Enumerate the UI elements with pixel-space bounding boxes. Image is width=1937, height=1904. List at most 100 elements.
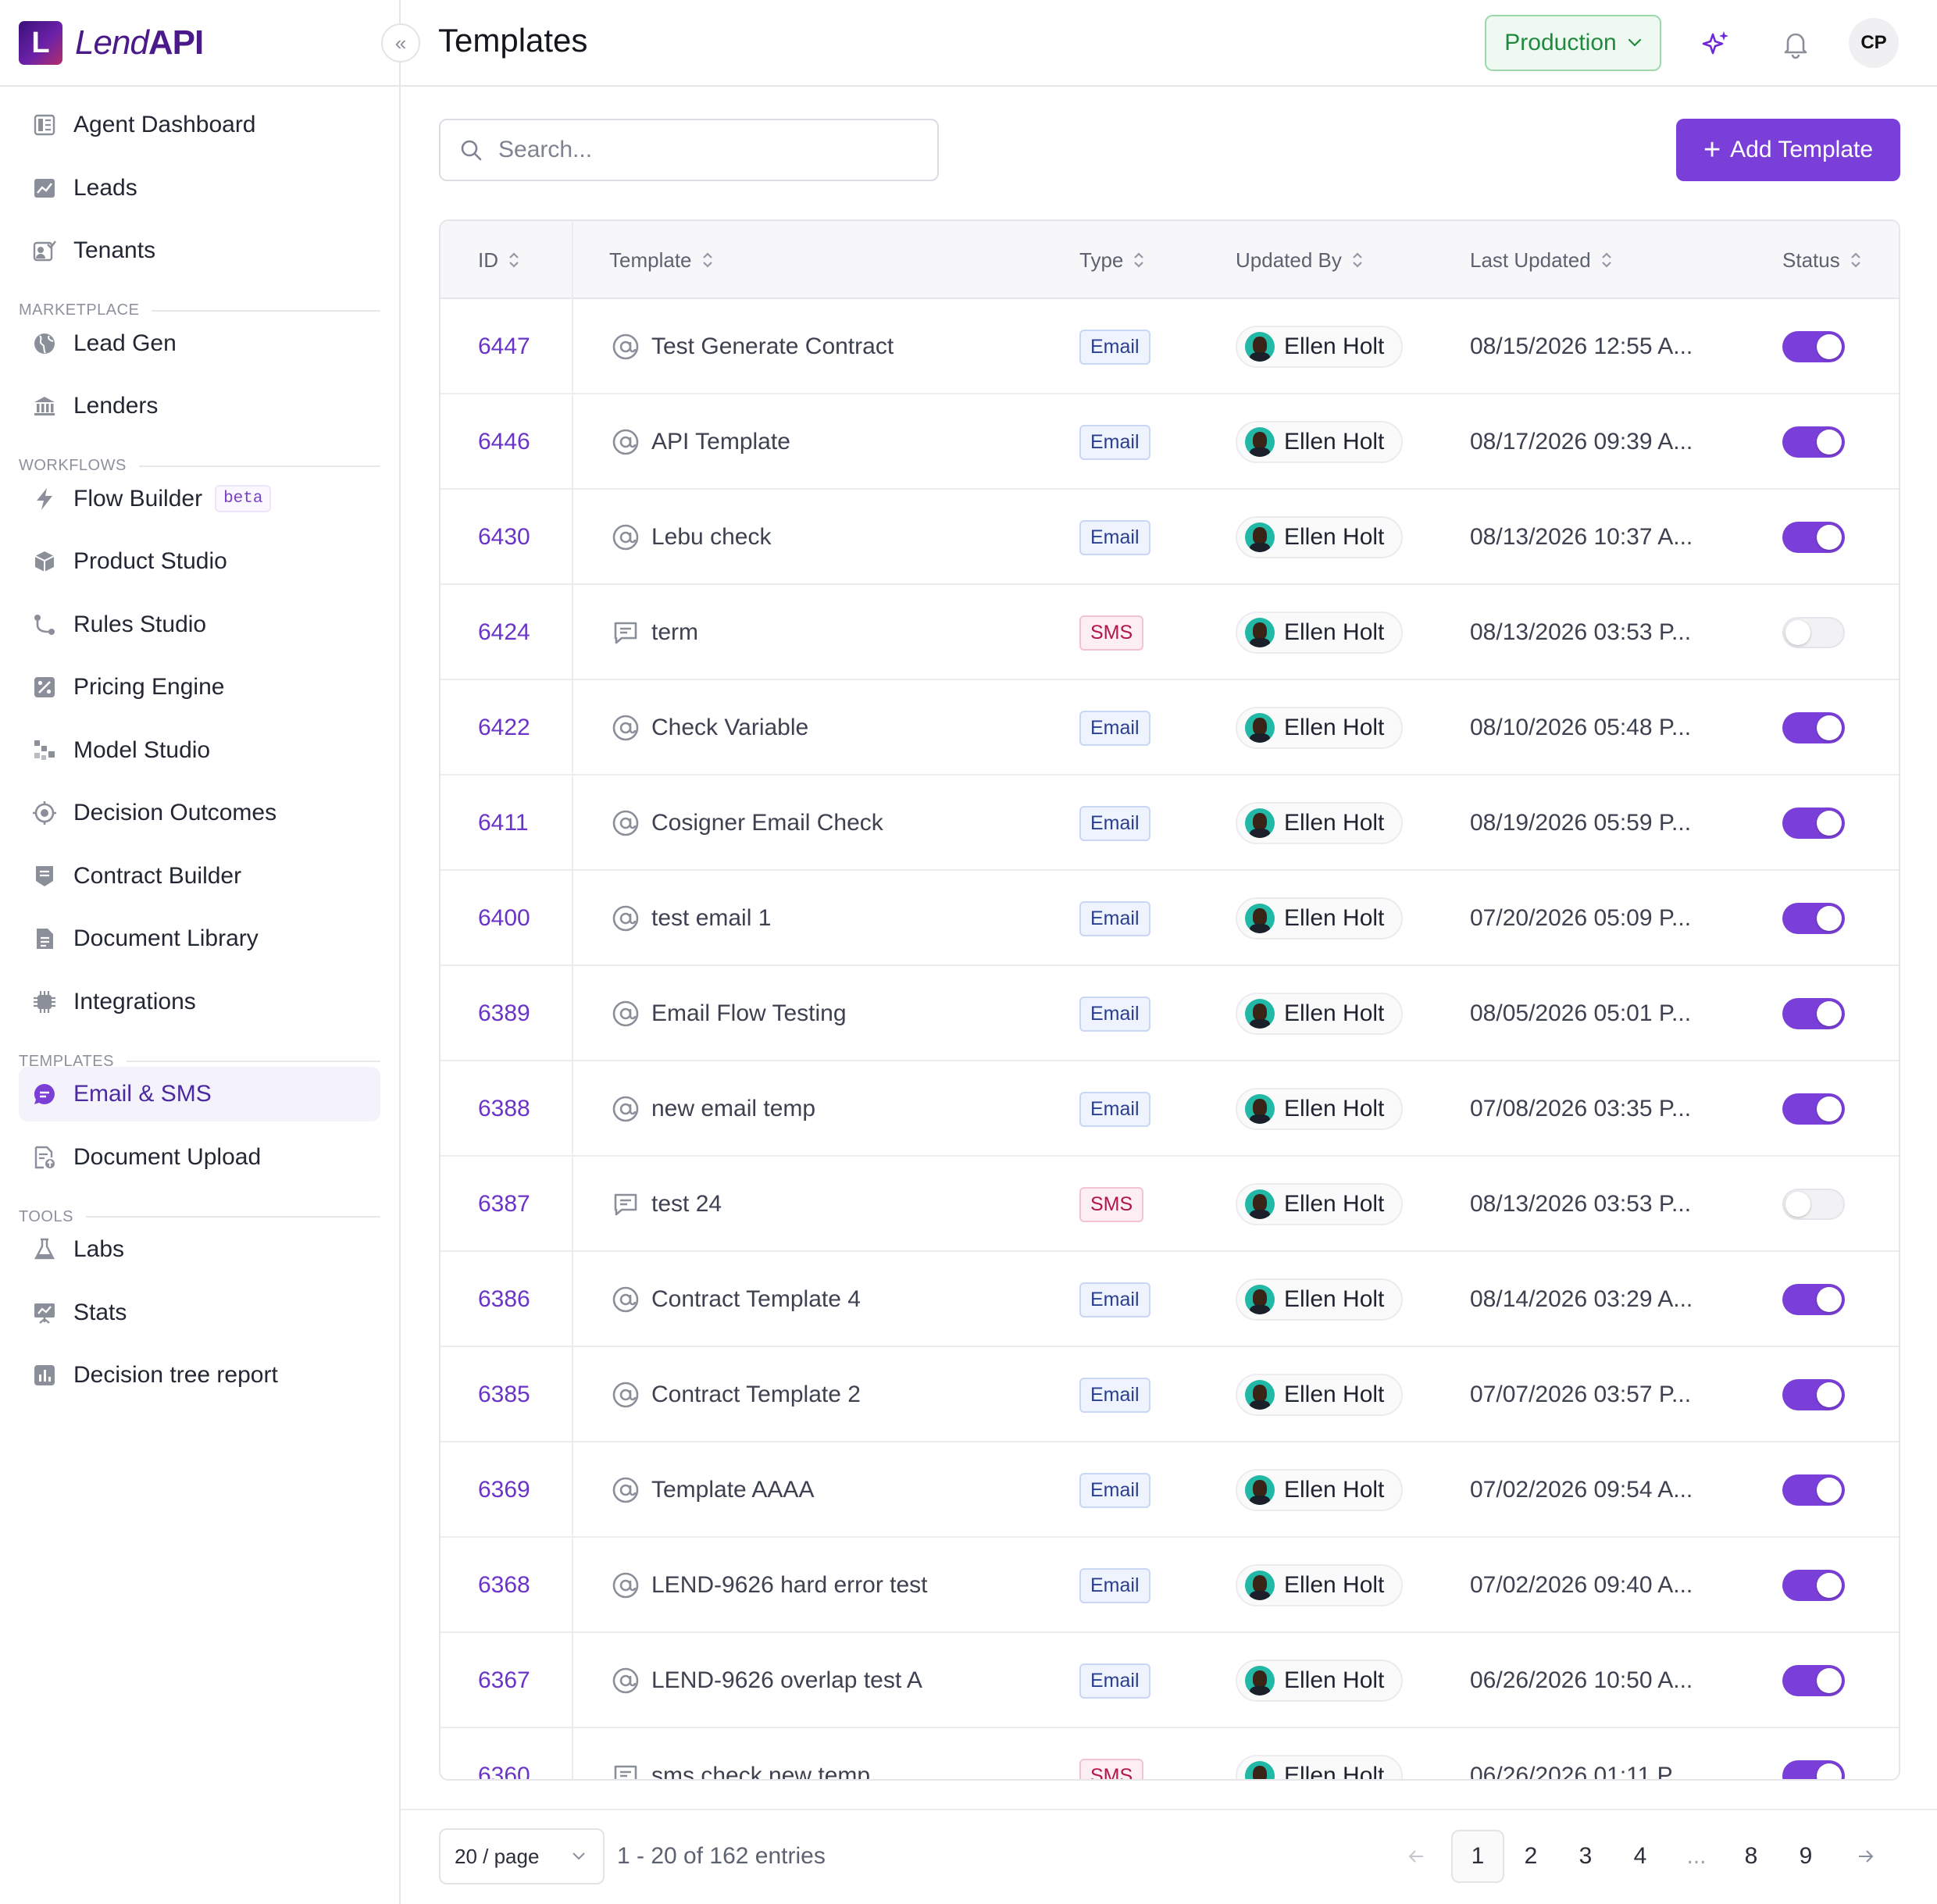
template-id-link[interactable]: 6368 — [478, 1538, 530, 1633]
template-id-link[interactable]: 6422 — [478, 680, 530, 776]
column-header-template[interactable]: Template — [609, 221, 714, 299]
sidebar-item-document-library[interactable]: Document Library — [19, 911, 380, 966]
template-id-link[interactable]: 6389 — [478, 966, 530, 1061]
collapse-sidebar-button[interactable]: « — [381, 23, 420, 62]
message-icon — [611, 1189, 640, 1219]
search-input[interactable] — [498, 137, 904, 163]
template-id-link[interactable]: 6447 — [478, 299, 530, 394]
sidebar-item-labs[interactable]: Labs — [19, 1222, 380, 1277]
table-row[interactable]: 6386 Contract Template 4 Email Ellen Holt 08… — [441, 1252, 1899, 1347]
status-toggle[interactable] — [1782, 426, 1845, 458]
avatar — [1245, 1094, 1275, 1124]
status-toggle[interactable] — [1782, 712, 1845, 743]
brand-logo[interactable]: L LendAPI — [19, 20, 204, 66]
sidebar-item-document-upload[interactable]: Document Upload — [19, 1130, 380, 1185]
status-toggle[interactable] — [1782, 1570, 1845, 1601]
search-field[interactable] — [439, 119, 939, 181]
notifications-button[interactable] — [1774, 22, 1817, 66]
template-id-link[interactable]: 6430 — [478, 490, 530, 585]
table-row[interactable]: 6368 LEND-9626 hard error test Email Ellen … — [441, 1538, 1899, 1633]
table-row[interactable]: 6388 new email temp Email Ellen Holt 07/08/2… — [441, 1061, 1899, 1157]
status-toggle[interactable] — [1782, 1665, 1845, 1696]
sidebar-item-pricing-engine[interactable]: Pricing Engine — [19, 660, 380, 715]
page-button-3[interactable]: 3 — [1562, 1830, 1609, 1883]
page-button-4[interactable]: 4 — [1617, 1830, 1664, 1883]
next-page-button[interactable] — [1843, 1830, 1887, 1883]
status-toggle[interactable] — [1782, 1093, 1845, 1125]
sidebar-item-lead-gen[interactable]: Lead Gen — [19, 316, 380, 371]
column-header-updated-by[interactable]: Updated By — [1236, 221, 1364, 299]
status-toggle[interactable] — [1782, 617, 1845, 648]
table-row[interactable]: 6422 Check Variable Email Ellen Holt 08/10/2… — [441, 680, 1899, 776]
ai-sparkle-button[interactable] — [1694, 22, 1738, 66]
template-id-link[interactable]: 6369 — [478, 1442, 530, 1538]
status-toggle[interactable] — [1782, 1284, 1845, 1315]
toggle-knob — [1817, 906, 1842, 931]
table-row[interactable]: 6430 Lebu check Email Ellen Holt 08/13/2026 … — [441, 490, 1899, 585]
template-id-link[interactable]: 6386 — [478, 1252, 530, 1347]
sidebar-item-email-sms[interactable]: Email & SMS — [19, 1067, 380, 1121]
table-row[interactable]: 6447 Test Generate Contract Email Ellen Hol… — [441, 299, 1899, 394]
status-toggle[interactable] — [1782, 1379, 1845, 1410]
user-avatar[interactable]: CP — [1849, 18, 1899, 68]
user-name: Ellen Holt — [1284, 1191, 1385, 1217]
template-id-link[interactable]: 6424 — [478, 585, 530, 680]
status-toggle[interactable] — [1782, 998, 1845, 1029]
template-id-link[interactable]: 6411 — [478, 776, 529, 871]
table-row[interactable]: 6446 API Template Email Ellen Holt 08/17/202… — [441, 394, 1899, 490]
type-badge: Email — [1079, 710, 1150, 746]
template-id-link[interactable]: 6387 — [478, 1157, 530, 1252]
page-button-2[interactable]: 2 — [1507, 1830, 1554, 1883]
table-row[interactable]: 6389 Email Flow Testing Email Ellen Holt 08/… — [441, 966, 1899, 1061]
column-header-last-updated[interactable]: Last Updated — [1470, 221, 1613, 299]
table-row[interactable]: 6360 sms check new temp SMS Ellen Holt 06/26… — [441, 1728, 1899, 1779]
template-id-link[interactable]: 6400 — [478, 871, 530, 966]
status-toggle[interactable] — [1782, 1474, 1845, 1506]
template-id-link[interactable]: 6385 — [478, 1347, 530, 1442]
sidebar-item-contract-builder[interactable]: Contract Builder — [19, 849, 380, 904]
table-row[interactable]: 6369 Template AAAA Email Ellen Holt 07/02/20… — [441, 1442, 1899, 1538]
sidebar-item-decision-tree-report[interactable]: Decision tree report — [19, 1348, 380, 1403]
status-toggle[interactable] — [1782, 1760, 1845, 1779]
table-row[interactable]: 6400 test email 1 Email Ellen Holt 07/20/202… — [441, 871, 1899, 966]
column-header-type[interactable]: Type — [1079, 221, 1145, 299]
page-button-8[interactable]: 8 — [1728, 1830, 1775, 1883]
sidebar-item-integrations[interactable]: Integrations — [19, 975, 380, 1029]
sidebar-item-leads[interactable]: Leads — [19, 161, 380, 216]
table-row[interactable]: 6385 Contract Template 2 Email Ellen Holt 07… — [441, 1347, 1899, 1442]
sidebar-item-model-studio[interactable]: Model Studio — [19, 723, 380, 778]
template-id-link[interactable]: 6388 — [478, 1061, 530, 1157]
template-id-link[interactable]: 6360 — [478, 1728, 530, 1779]
sidebar-item-agent-dashboard[interactable]: Agent Dashboard — [19, 98, 380, 152]
updated-by-cell: Ellen Holt — [1236, 1252, 1404, 1347]
column-header-status[interactable]: Status — [1782, 221, 1862, 299]
add-template-button[interactable]: + Add Template — [1676, 119, 1900, 181]
table-row[interactable]: 6387 test 24 SMS Ellen Holt 08/13/2026 03:53… — [441, 1157, 1899, 1252]
status-toggle[interactable] — [1782, 808, 1845, 839]
status-toggle[interactable] — [1782, 522, 1845, 553]
sidebar-item-tenants[interactable]: Tenants — [19, 223, 380, 278]
type-badge: Email — [1079, 1472, 1150, 1508]
template-id-link[interactable]: 6367 — [478, 1633, 530, 1728]
page-size-select[interactable]: 20 / page — [439, 1828, 605, 1884]
previous-page-button[interactable] — [1395, 1830, 1439, 1883]
sidebar-item-rules-studio[interactable]: Rules Studio — [19, 597, 380, 652]
sidebar-item-product-studio[interactable]: Product Studio — [19, 534, 380, 589]
sidebar-item-stats[interactable]: Stats — [19, 1285, 380, 1340]
table-row[interactable]: 6424 term SMS Ellen Holt 08/13/2026 03:53 P.… — [441, 585, 1899, 680]
at-sign-icon — [611, 904, 640, 933]
sidebar-item-lenders[interactable]: Lenders — [19, 379, 380, 433]
page-button-9[interactable]: 9 — [1782, 1830, 1829, 1883]
table-row[interactable]: 6367 LEND-9626 overlap test A Email Ellen H… — [441, 1633, 1899, 1728]
environment-select[interactable]: Production — [1485, 15, 1661, 71]
template-id-link[interactable]: 6446 — [478, 394, 530, 490]
table-row[interactable]: 6411 Cosigner Email Check Email Ellen Holt 0… — [441, 776, 1899, 871]
status-toggle[interactable] — [1782, 331, 1845, 362]
page-button-1[interactable]: 1 — [1451, 1830, 1504, 1883]
status-toggle[interactable] — [1782, 903, 1845, 934]
sidebar-item-flow-builder[interactable]: Flow Builder beta — [19, 472, 380, 526]
sidebar-item-decision-outcomes[interactable]: Decision Outcomes — [19, 786, 380, 840]
status-toggle[interactable] — [1782, 1189, 1845, 1220]
cube-icon — [31, 548, 58, 575]
column-header-id[interactable]: ID — [478, 221, 520, 299]
